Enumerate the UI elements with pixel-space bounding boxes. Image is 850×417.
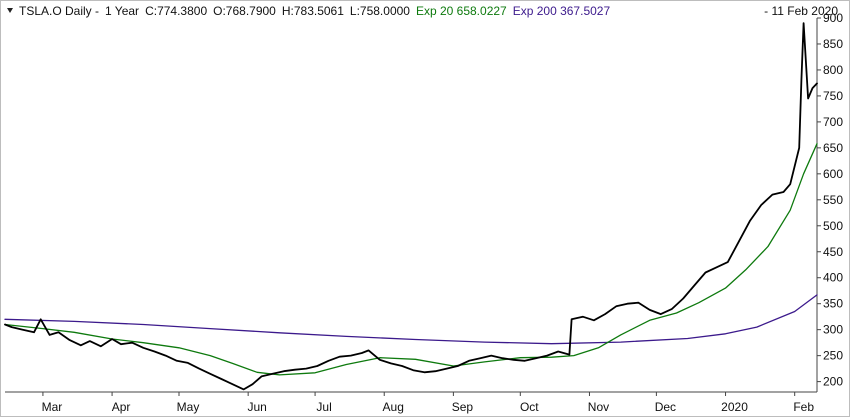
x-tick-label: Mar <box>42 400 63 414</box>
x-tick-label: Jun <box>247 400 266 414</box>
y-tick-label: 600 <box>823 167 843 181</box>
y-tick-label: 850 <box>823 37 843 51</box>
y-tick-label: 300 <box>823 323 843 337</box>
x-tick-label: Jul <box>316 400 331 414</box>
x-tick-label: Oct <box>520 400 539 414</box>
y-tick-label: 650 <box>823 141 843 155</box>
y-tick-label: 900 <box>823 11 843 25</box>
y-tick-label: 550 <box>823 193 843 207</box>
y-tick-label: 250 <box>823 349 843 363</box>
price-series-line <box>4 22 818 391</box>
y-tick-label: 750 <box>823 89 843 103</box>
y-tick-label: 500 <box>823 219 843 233</box>
ema200-series-line <box>4 294 818 345</box>
price-chart[interactable]: 200 250 300 350 400 450 500 550 600 650 700 750 800 8… <box>0 0 850 417</box>
x-tick-label: Feb <box>793 400 814 414</box>
y-tick-label: 400 <box>823 271 843 285</box>
x-tick-label: Sep <box>452 400 474 414</box>
x-tick-label: Nov <box>588 400 609 414</box>
y-tick-label: 200 <box>823 375 843 389</box>
x-tick-label: Apr <box>112 400 131 414</box>
x-tick-label: Aug <box>383 400 404 414</box>
y-tick-label: 800 <box>823 63 843 77</box>
y-tick-label: 450 <box>823 245 843 259</box>
x-tick-label: Dec <box>655 400 676 414</box>
x-tick-label: 2020 <box>721 400 748 414</box>
y-tick-label: 350 <box>823 297 843 311</box>
ema20-series-line <box>4 143 818 376</box>
x-tick-label: May <box>177 400 200 414</box>
y-tick-label: 700 <box>823 115 843 129</box>
